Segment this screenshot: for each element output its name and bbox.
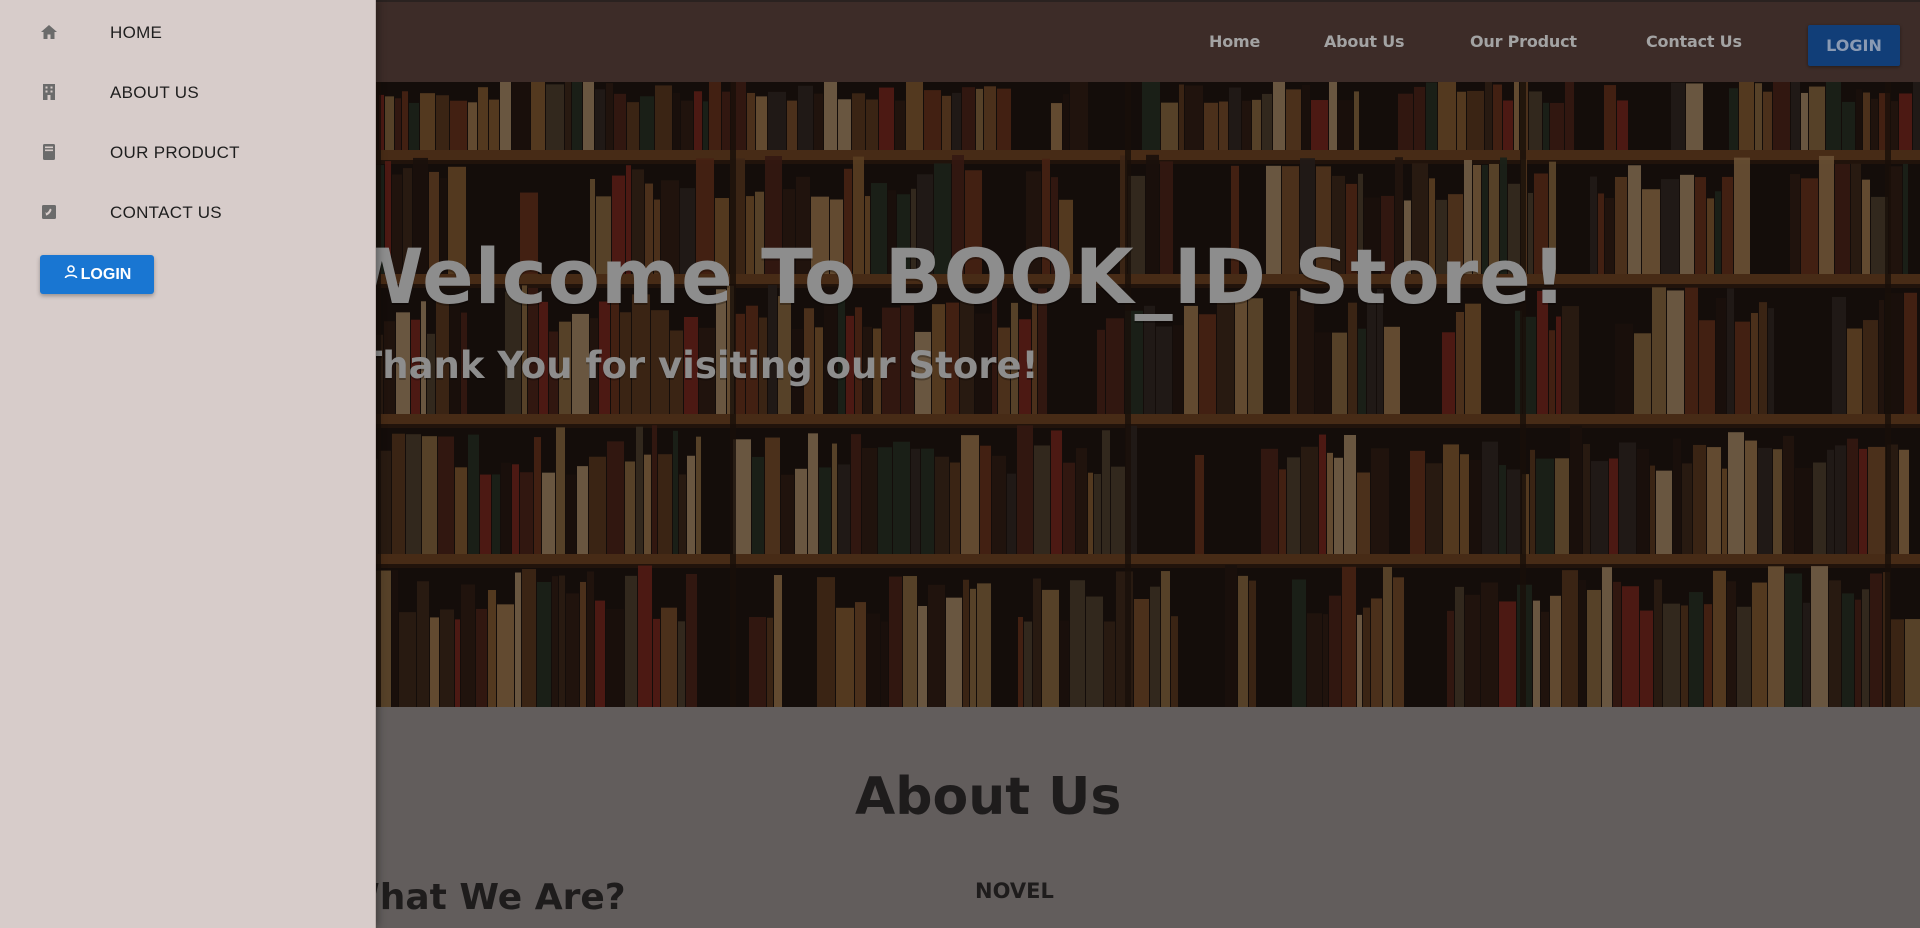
home-icon xyxy=(41,25,57,39)
drawer-item-label: ABOUT US xyxy=(110,83,199,102)
hero-title: Welcome To BOOK_ID Store! xyxy=(340,232,1568,321)
nav-link-our-product[interactable]: Our Product xyxy=(1470,32,1577,51)
drawer-item-about-us[interactable]: ABOUT US xyxy=(0,67,375,119)
person-icon xyxy=(64,264,77,278)
drawer-item-label: OUR PRODUCT xyxy=(110,143,240,162)
about-heading: About Us xyxy=(855,767,1122,827)
nav-link-about-us[interactable]: About Us xyxy=(1324,32,1405,51)
book-icon xyxy=(43,144,55,160)
drawer-login-label: LOGIN xyxy=(80,265,132,283)
side-drawer: HOME ABOUT US OUR PRODUCT CONTACT US LOG… xyxy=(0,0,376,928)
drawer-item-label: HOME xyxy=(110,23,163,42)
drawer-item-home[interactable]: HOME xyxy=(0,7,375,59)
drawer-item-contact-us[interactable]: CONTACT US xyxy=(0,187,375,239)
about-novel-label: NOVEL xyxy=(975,879,1054,903)
drawer-item-our-product[interactable]: OUR PRODUCT xyxy=(0,127,375,179)
navbar-login-button[interactable]: LOGIN xyxy=(1808,25,1900,66)
drawer-item-label: CONTACT US xyxy=(110,203,222,222)
contact-phone-icon xyxy=(42,205,56,219)
page: Home About Us Our Product Contact Us LOG… xyxy=(0,0,1920,928)
building-icon xyxy=(43,84,55,100)
nav-link-home[interactable]: Home xyxy=(1209,32,1260,51)
nav-link-contact-us[interactable]: Contact Us xyxy=(1646,32,1742,51)
about-who-heading: What We Are? xyxy=(340,877,626,918)
drawer-login-button[interactable]: LOGIN xyxy=(40,255,154,294)
hero-subtitle: Thank You for visiting our Store! xyxy=(357,344,1039,387)
